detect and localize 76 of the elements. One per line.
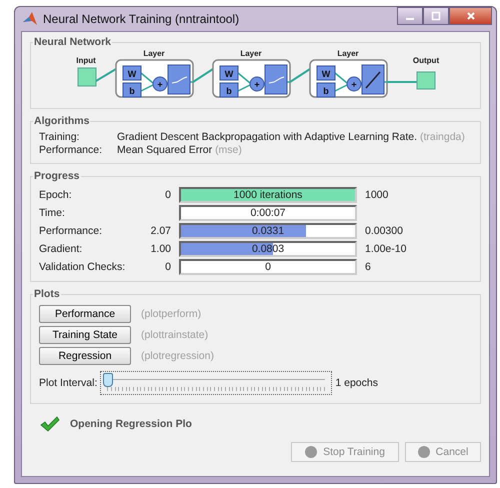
interval-value: 1 epochs (335, 377, 378, 389)
field-label: Validation Checks: (39, 261, 126, 273)
algorithm-name: Mean Squared Error (117, 144, 212, 156)
target-value: 1000 (365, 189, 388, 201)
progress-value: 1000 iterations (232, 189, 304, 201)
slider-thumb[interactable] (103, 373, 114, 387)
weight-box (316, 66, 335, 80)
field-label: Time: (39, 207, 66, 219)
layer-label: Layer (142, 50, 164, 58)
target-value: 0.00300 (365, 225, 403, 237)
plot-button[interactable]: Performance (39, 305, 131, 323)
input-node (77, 68, 96, 86)
plot-interval-slider[interactable] (100, 371, 332, 395)
circle-icon (305, 446, 318, 458)
progress-value: 0.0331 (250, 225, 286, 237)
sum-node (249, 76, 264, 92)
sum-node (152, 76, 167, 92)
section-title: Plots (33, 288, 61, 300)
function-name: (plotregression) (141, 350, 214, 362)
weight-label: W (127, 69, 136, 79)
maximize-button[interactable] (423, 7, 449, 25)
target-value: 1.00e-10 (365, 243, 406, 255)
bias-label: b (128, 86, 134, 96)
bias-label: b (322, 86, 328, 96)
function-name: (plotperform) (141, 308, 202, 320)
field-label: Performance: (39, 225, 104, 237)
output-node (416, 72, 435, 90)
status-message: Opening Regression Plo (70, 418, 192, 430)
close-button[interactable] (449, 7, 492, 25)
bias-box (122, 82, 141, 98)
section-title: Progress (33, 170, 81, 182)
minimize-button[interactable] (397, 7, 423, 25)
transfer-function-block (264, 64, 287, 94)
sum-node (346, 76, 361, 92)
function-name: (plottrainstate) (141, 329, 208, 341)
transfer-function-block (167, 64, 190, 94)
plot-button[interactable]: Regression (39, 347, 131, 365)
field-label: Training: (39, 131, 80, 143)
window-title: Neural Network Training (nntraintool) (43, 12, 240, 26)
minimize-icon (406, 18, 414, 20)
layer-label: Layer (240, 50, 262, 58)
section-title: Neural Network (33, 36, 112, 48)
sum-label: + (350, 80, 356, 90)
start-value: 2.07 (150, 225, 171, 237)
app-logo-icon (22, 11, 38, 27)
close-icon (466, 11, 476, 21)
bias-label: b (226, 86, 232, 96)
weight-label: W (321, 69, 330, 79)
section-title: Algorithms (33, 115, 90, 127)
bias-box (316, 82, 335, 98)
layer-label: Layer (336, 50, 358, 58)
plot-button[interactable]: Training State (39, 326, 131, 344)
field-label: Epoch: (39, 189, 73, 201)
input-label: Input (76, 56, 96, 65)
start-value: 1.00 (150, 243, 171, 255)
start-value: 0 (165, 189, 171, 201)
field-label: Gradient: (39, 243, 84, 255)
function-name: (mse) (215, 144, 242, 156)
target-value: 6 (365, 261, 371, 273)
function-name: (traingda) (420, 131, 465, 143)
sum-label: + (254, 80, 260, 90)
check-icon (40, 416, 60, 432)
field-label: Performance: (39, 144, 104, 156)
weight-box (122, 66, 141, 80)
field-label: Plot Interval: (39, 377, 98, 389)
transfer-function-block (361, 64, 384, 94)
bias-box (219, 82, 238, 98)
weight-box (219, 66, 238, 80)
weight-label: W (224, 69, 233, 79)
maximize-icon (431, 11, 441, 21)
algorithm-name: Gradient Descent Backpropagation with Adaptive Learning Rate. (117, 131, 418, 143)
output-label: Output (412, 56, 439, 65)
start-value: 0 (165, 261, 171, 273)
sum-label: + (156, 80, 162, 90)
circle-icon (418, 446, 430, 458)
connector (94, 68, 116, 82)
